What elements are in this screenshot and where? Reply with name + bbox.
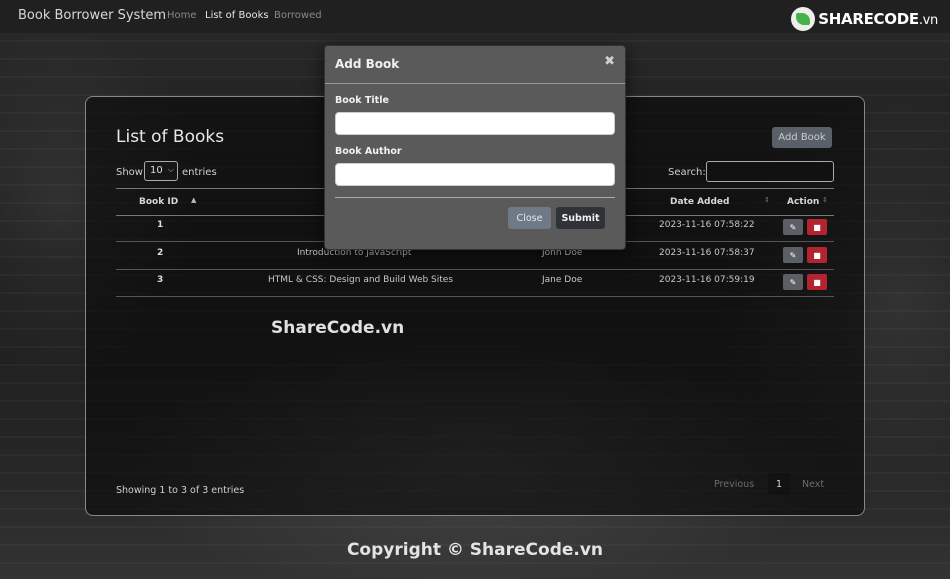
delete-button[interactable]: ■ bbox=[807, 274, 827, 290]
column-header-action[interactable]: Action bbox=[787, 197, 819, 207]
nav-link-borrowed[interactable]: Borrowed bbox=[274, 10, 322, 21]
submit-button[interactable]: Submit bbox=[556, 207, 605, 229]
pencil-icon: ✎ bbox=[789, 222, 797, 232]
modal-title: Add Book bbox=[335, 57, 400, 71]
entries-select-value: 10 bbox=[150, 165, 163, 176]
modal-header: Add Book ✖ bbox=[325, 46, 625, 84]
edit-button[interactable]: ✎ bbox=[783, 219, 803, 235]
table-info: Showing 1 to 3 of 3 entries bbox=[116, 485, 245, 496]
add-book-button[interactable]: Add Book bbox=[772, 127, 832, 148]
page-title: List of Books bbox=[116, 127, 225, 147]
cell-book-id: 1 bbox=[157, 220, 164, 230]
trash-icon: ■ bbox=[813, 277, 821, 287]
column-header-date-added[interactable]: Date Added bbox=[670, 197, 729, 207]
show-label: Show bbox=[116, 167, 143, 178]
watermark: ShareCode.vn bbox=[271, 318, 405, 338]
pagination-next[interactable]: Next bbox=[802, 479, 824, 490]
nav-link-home[interactable]: Home bbox=[167, 10, 197, 21]
cell-date-added: 2023-11-16 07:59:19 bbox=[659, 275, 755, 285]
sharecode-logo: SHARECODE.vn bbox=[791, 6, 938, 32]
sort-icon[interactable]: ⇕ bbox=[764, 196, 770, 204]
book-title-label: Book Title bbox=[335, 95, 389, 106]
cell-book-author: Jane Doe bbox=[542, 275, 583, 285]
navbar-brand[interactable]: Book Borrower System bbox=[18, 8, 166, 23]
book-author-input[interactable] bbox=[335, 163, 615, 186]
entries-label: entries bbox=[182, 167, 217, 178]
modal-divider bbox=[335, 197, 615, 198]
nav-link-list-of-books[interactable]: List of Books bbox=[205, 10, 269, 21]
cell-date-added: 2023-11-16 07:58:37 bbox=[659, 248, 755, 258]
search-label: Search: bbox=[668, 167, 706, 178]
pencil-icon: ✎ bbox=[789, 277, 797, 287]
entries-select[interactable]: 10 ⌵ bbox=[144, 161, 178, 181]
sort-icon[interactable]: ⇕ bbox=[822, 196, 828, 204]
trash-icon: ■ bbox=[813, 222, 821, 232]
delete-button[interactable]: ■ bbox=[807, 219, 827, 235]
column-header-book-id[interactable]: Book ID bbox=[139, 197, 178, 207]
edit-button[interactable]: ✎ bbox=[783, 274, 803, 290]
logo-text: SHARECODE.vn bbox=[818, 10, 938, 28]
pagination-page-1[interactable]: 1 bbox=[768, 473, 790, 495]
cell-book-title: HTML & CSS: Design and Build Web Sites bbox=[268, 275, 454, 285]
pagination-previous[interactable]: Previous bbox=[714, 479, 754, 490]
cell-date-added: 2023-11-16 07:58:22 bbox=[659, 220, 755, 230]
chevron-down-icon: ⌵ bbox=[167, 165, 174, 174]
search-input[interactable] bbox=[706, 161, 834, 182]
cell-book-id: 3 bbox=[157, 275, 164, 285]
book-title-input[interactable] bbox=[335, 112, 615, 135]
sharecode-logo-icon bbox=[791, 7, 816, 31]
sort-asc-icon[interactable]: ▲ bbox=[191, 196, 196, 204]
trash-icon: ■ bbox=[813, 250, 821, 260]
pencil-icon: ✎ bbox=[789, 250, 797, 260]
book-author-label: Book Author bbox=[335, 146, 402, 157]
add-book-modal: Add Book ✖ Book Title Book Author Close … bbox=[324, 45, 626, 250]
copyright: Copyright © ShareCode.vn bbox=[346, 540, 604, 560]
delete-button[interactable]: ■ bbox=[807, 247, 827, 263]
table-row: 3 HTML & CSS: Design and Build Web Sites… bbox=[116, 269, 834, 297]
cell-book-id: 2 bbox=[157, 248, 164, 258]
close-icon[interactable]: ✖ bbox=[604, 54, 615, 69]
close-button[interactable]: Close bbox=[508, 207, 551, 229]
edit-button[interactable]: ✎ bbox=[783, 247, 803, 263]
